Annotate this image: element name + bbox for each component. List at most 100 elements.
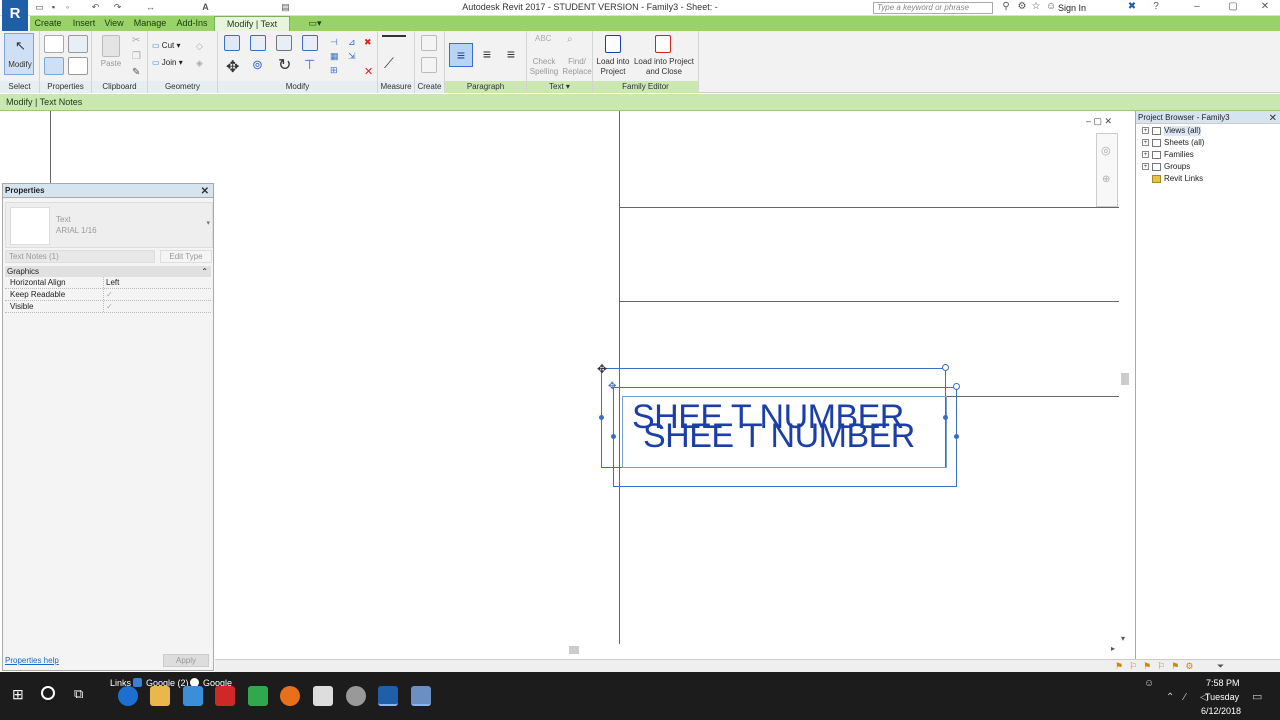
maximize-icon[interactable]: ▢ [1226,1,1240,15]
firefox-icon[interactable] [280,686,300,706]
redo-icon[interactable]: ↷ [112,2,123,13]
people-icon[interactable]: ☺ [1144,678,1154,689]
app-icon[interactable] [346,686,366,706]
expand-icon[interactable]: + [1142,151,1149,158]
align-right-icon[interactable]: ≡ [501,43,521,67]
mirror-draw-icon[interactable] [302,35,318,51]
move-icon[interactable]: ✥ [226,57,239,77]
tab-create[interactable]: Create [30,16,66,31]
panel-label-properties[interactable]: Properties [40,81,91,93]
filter-icon[interactable]: ⏷ [1217,661,1224,672]
panel-label-paragraph[interactable]: Paragraph [445,81,526,93]
tab-view[interactable]: View [102,16,126,31]
rotate-grip-icon[interactable] [953,383,960,390]
family-types-icon[interactable] [68,35,88,53]
tab-manage[interactable]: Manage [130,16,170,31]
delete-icon[interactable]: ✕ [364,65,373,78]
visible-checkbox[interactable]: ✓ [106,301,113,312]
delete-x-icon[interactable]: ✖ [364,37,372,48]
unpin-icon[interactable]: ⇲ [348,51,356,62]
exchange-icon[interactable]: ✖ [1126,1,1138,15]
panel-label-text[interactable]: Text ▾ [527,81,592,93]
view-window-controls-icon[interactable]: – ▢ ✕ [1086,116,1112,127]
width-grip[interactable] [599,415,604,420]
align-center-icon[interactable]: ≡ [477,43,497,67]
trim-icon[interactable]: ⊤ [304,57,315,73]
create-group-icon[interactable] [421,35,437,51]
sign-in-link[interactable]: Sign In [1058,3,1086,13]
copy-elements-icon[interactable]: ⊚ [252,57,263,73]
panel-label-geometry[interactable]: Geometry [148,81,217,93]
application-menu-button[interactable]: R [2,0,28,32]
property-group-graphics[interactable]: Graphics ⌃ [5,266,211,277]
sheet-number-label[interactable]: SHEE T NUMBER [643,417,915,456]
binoculars-icon[interactable]: ⚲ [1000,1,1012,15]
property-row[interactable]: Visible ✓ [5,301,211,313]
collapse-icon[interactable]: ⌃ [201,266,208,277]
paste-icon[interactable] [102,35,120,57]
property-row[interactable]: Keep Readable ✓ [5,289,211,301]
load-into-project-and-close-button[interactable]: Load into Project and Close [631,57,697,77]
rotate-icon[interactable]: ↻ [278,55,291,75]
tab-modify-text-notes[interactable]: Modify | Text Notes [214,16,290,44]
align-icon[interactable] [224,35,240,51]
width-grip[interactable] [611,434,616,439]
measure-icon[interactable]: ↔ [145,2,156,13]
width-grip[interactable] [943,415,948,420]
property-row[interactable]: Horizontal Align Left [5,277,211,289]
clock-time[interactable]: 7:58 PM [1206,678,1240,688]
browser-item-revit-links[interactable]: Revit Links [1152,174,1203,184]
instance-filter-dropdown[interactable]: Text Notes (1) [5,250,155,263]
width-grip[interactable] [954,434,959,439]
close-icon[interactable]: ✕ [201,185,209,199]
zoom-icon[interactable]: ⊕ [1102,174,1110,185]
keep-readable-checkbox[interactable]: ✓ [106,289,113,300]
minimize-icon[interactable]: – [1190,1,1204,15]
windows-start-icon[interactable]: ⊞ [12,686,24,703]
paint-icon[interactable]: ◈ [196,58,203,69]
edit-type-button[interactable]: Edit Type [160,250,212,263]
dimension-icon[interactable]: ⟋ [384,55,394,72]
match-properties-icon[interactable]: ✎ [132,67,140,78]
offset-icon[interactable] [250,35,266,51]
scroll-right-icon[interactable]: ▸ [1111,644,1115,653]
mirror-axis-icon[interactable] [276,35,292,51]
revit-taskbar-icon[interactable] [378,686,398,706]
undo-icon[interactable]: ↶ [90,2,101,13]
create-similar-icon[interactable] [421,57,437,73]
navigation-bar[interactable]: ◎ ⊕ [1096,133,1118,207]
cut-geometry-button[interactable]: ▭ Cut ▾ [152,41,181,50]
panel-label-clipboard[interactable]: Clipboard [92,81,147,93]
tab-insert[interactable]: Insert [68,16,100,31]
task-view-icon[interactable]: ⧉ [74,686,83,702]
browser-item-sheets[interactable]: + Sheets (all) [1142,138,1204,148]
apply-button[interactable]: Apply [163,654,209,667]
split-icon[interactable]: ⊣ [330,37,338,48]
expand-icon[interactable]: + [1142,139,1149,146]
load-into-project-icon[interactable] [605,35,621,53]
scroll-down-icon[interactable]: ▾ [1121,634,1125,643]
cut-icon[interactable]: ✂ [132,35,140,46]
save-icon[interactable]: ▪ [48,2,59,13]
close-icon[interactable]: ✕ [1258,1,1272,15]
user-icon[interactable]: ☺ [1046,1,1056,15]
type-properties-icon[interactable] [44,57,64,75]
steering-wheel-icon[interactable]: ◎ [1101,144,1111,157]
expand-icon[interactable]: + [1142,163,1149,170]
load-into-project-button[interactable]: Load into Project [593,57,633,77]
horizontal-scroll-thumb[interactable] [569,646,579,654]
open-icon[interactable]: ▭ [34,2,45,13]
modify-button[interactable]: ↖ Modify [4,33,34,75]
action-center-icon[interactable]: ▭ [1252,690,1262,703]
panel-label-measure[interactable]: Measure [378,81,414,93]
scale-icon[interactable]: ⊞ [330,65,338,76]
close-icon[interactable]: ✕ [1269,112,1277,125]
browser-item-families[interactable]: + Families [1142,150,1194,160]
cortana-icon[interactable] [41,686,55,700]
revit-window-icon[interactable] [411,686,431,706]
sync-icon[interactable]: ◦ [62,2,73,13]
browser-item-groups[interactable]: + Groups [1142,162,1190,172]
find-replace-icon[interactable]: ⌕ [567,34,573,45]
help-icon[interactable]: ? [1150,1,1162,15]
split-face-icon[interactable]: ◇ [196,41,203,52]
